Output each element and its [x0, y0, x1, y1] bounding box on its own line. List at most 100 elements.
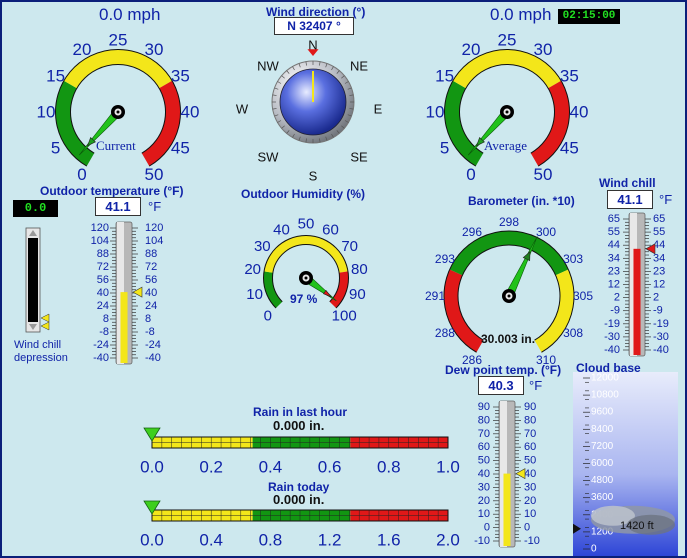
hub-center — [304, 276, 308, 280]
tick-label: 40 — [524, 468, 536, 480]
tick-label: -8 — [99, 326, 109, 338]
rain-today-bar: 0.0 0.4 0.8 1.2 1.6 2.0 — [140, 500, 460, 550]
tick-label: 12000 — [591, 373, 619, 384]
tick-label: 5 — [440, 139, 449, 158]
tick-label: 60 — [524, 441, 536, 453]
dew-point-title: Dew point temp. (°F) — [445, 363, 562, 377]
tick-label: 70 — [341, 238, 358, 255]
tick-label: -9 — [610, 305, 620, 317]
tick-label: 1.6 — [377, 531, 401, 550]
tick-label: 70 — [478, 428, 490, 440]
tick-label: 30 — [534, 40, 553, 59]
tick-label: 90 — [524, 401, 536, 413]
tick-label: 0.4 — [199, 531, 223, 550]
tick-label: 10 — [478, 508, 490, 520]
hub-center — [505, 110, 509, 114]
dew-point-unit: °F — [529, 378, 543, 393]
compass-label-ne: NE — [350, 59, 368, 74]
wind-chill-title: Wind chill — [599, 176, 656, 190]
tick-label: -30 — [604, 331, 620, 343]
tick-label: 100 — [332, 308, 357, 325]
tick-label: 296 — [462, 225, 482, 239]
tick-label: 90 — [478, 401, 490, 413]
tick-label: 45 — [171, 139, 190, 158]
tick-label: 8 — [145, 313, 151, 325]
tick-label: 291 — [425, 289, 445, 303]
tick-label: 23 — [653, 265, 665, 277]
tick-label: 30 — [478, 481, 490, 493]
tick-label: 60 — [322, 221, 339, 238]
tick-label: 0 — [524, 522, 530, 534]
dial-band — [452, 49, 562, 89]
tick-label: 15 — [435, 67, 454, 86]
wind-average-label: Average — [484, 138, 528, 153]
tick-label: 3600 — [591, 492, 614, 503]
tick-label: 300 — [536, 225, 556, 239]
tick-label: 25 — [109, 31, 128, 50]
tick-label: 56 — [145, 274, 157, 286]
cloud-base-readout: 1420 ft — [620, 520, 654, 532]
tick-label: 30 — [524, 481, 536, 493]
rain-hour-title: Rain in last hour — [253, 405, 348, 419]
outdoor-temp-title: Outdoor temperature (°F) — [40, 184, 184, 198]
tick-label: -9 — [653, 305, 663, 317]
tick-label: 34 — [653, 252, 665, 264]
tick-label: 0 — [264, 308, 272, 325]
tick-label: 0.0 — [140, 531, 164, 550]
tick-label: -19 — [653, 318, 669, 330]
tick-label: 40 — [97, 287, 109, 299]
tick-label: 34 — [608, 252, 620, 264]
barometer-readout: 30.003 in. — [481, 332, 536, 346]
thermo-marker — [132, 286, 143, 298]
wcd-marker — [40, 321, 50, 331]
tick-label: 2 — [653, 292, 659, 304]
tick-label: 90 — [349, 286, 366, 303]
tick-label: -8 — [145, 326, 155, 338]
tick-label: 40 — [273, 221, 290, 238]
tick-label: 298 — [499, 215, 519, 229]
needle-pointer — [522, 251, 531, 262]
tick-label: 20 — [478, 495, 490, 507]
tick-label: 6000 — [591, 458, 614, 469]
tick-label: 15 — [46, 67, 65, 86]
tick-label: 25 — [498, 31, 517, 50]
tick-label: 35 — [560, 67, 579, 86]
rain-today-value: 0.000 in. — [273, 492, 325, 507]
tick-label: 10 — [524, 508, 536, 520]
tick-label: 55 — [608, 226, 620, 238]
tick-label: 104 — [145, 235, 163, 247]
tick-label: -24 — [93, 339, 109, 351]
tick-label: 120 — [91, 222, 109, 234]
tick-label: 9600 — [591, 407, 614, 418]
tick-label: 0.2 — [199, 458, 223, 477]
tick-label: 2.0 — [436, 531, 460, 550]
tick-label: 65 — [653, 213, 665, 225]
tick-label: 12 — [608, 279, 620, 291]
tick-label: 88 — [97, 248, 109, 260]
tick-label: -40 — [93, 352, 109, 364]
tick-label: 1.0 — [436, 458, 460, 477]
tick-label: -40 — [604, 344, 620, 356]
tick-label: 12 — [653, 279, 665, 291]
outdoor-temp-unit: °F — [148, 199, 162, 214]
tick-label: 0 — [77, 165, 86, 184]
thermo-column — [503, 473, 511, 546]
tick-label: 4800 — [591, 475, 614, 486]
tick-label: 50 — [145, 165, 164, 184]
tick-label: 40 — [478, 468, 490, 480]
tick-label: 40 — [570, 103, 589, 122]
tick-label: 40 — [181, 103, 200, 122]
tick-label: 24 — [97, 300, 109, 312]
barometer-title: Barometer (in. *10) — [468, 194, 575, 208]
tick-label: 40 — [145, 287, 157, 299]
wind-current-label: Current — [96, 138, 136, 153]
wind-chill-depression-led: 0.0 — [13, 200, 58, 217]
tick-label: -40 — [145, 352, 161, 364]
tick-label: 293 — [435, 252, 455, 266]
tick-label: 0.6 — [318, 458, 342, 477]
compass-label-e: E — [374, 102, 383, 117]
tick-label: 88 — [145, 248, 157, 260]
tick-label: 120 — [145, 222, 163, 234]
hub-center — [507, 294, 511, 298]
tick-label: 55 — [653, 226, 665, 238]
